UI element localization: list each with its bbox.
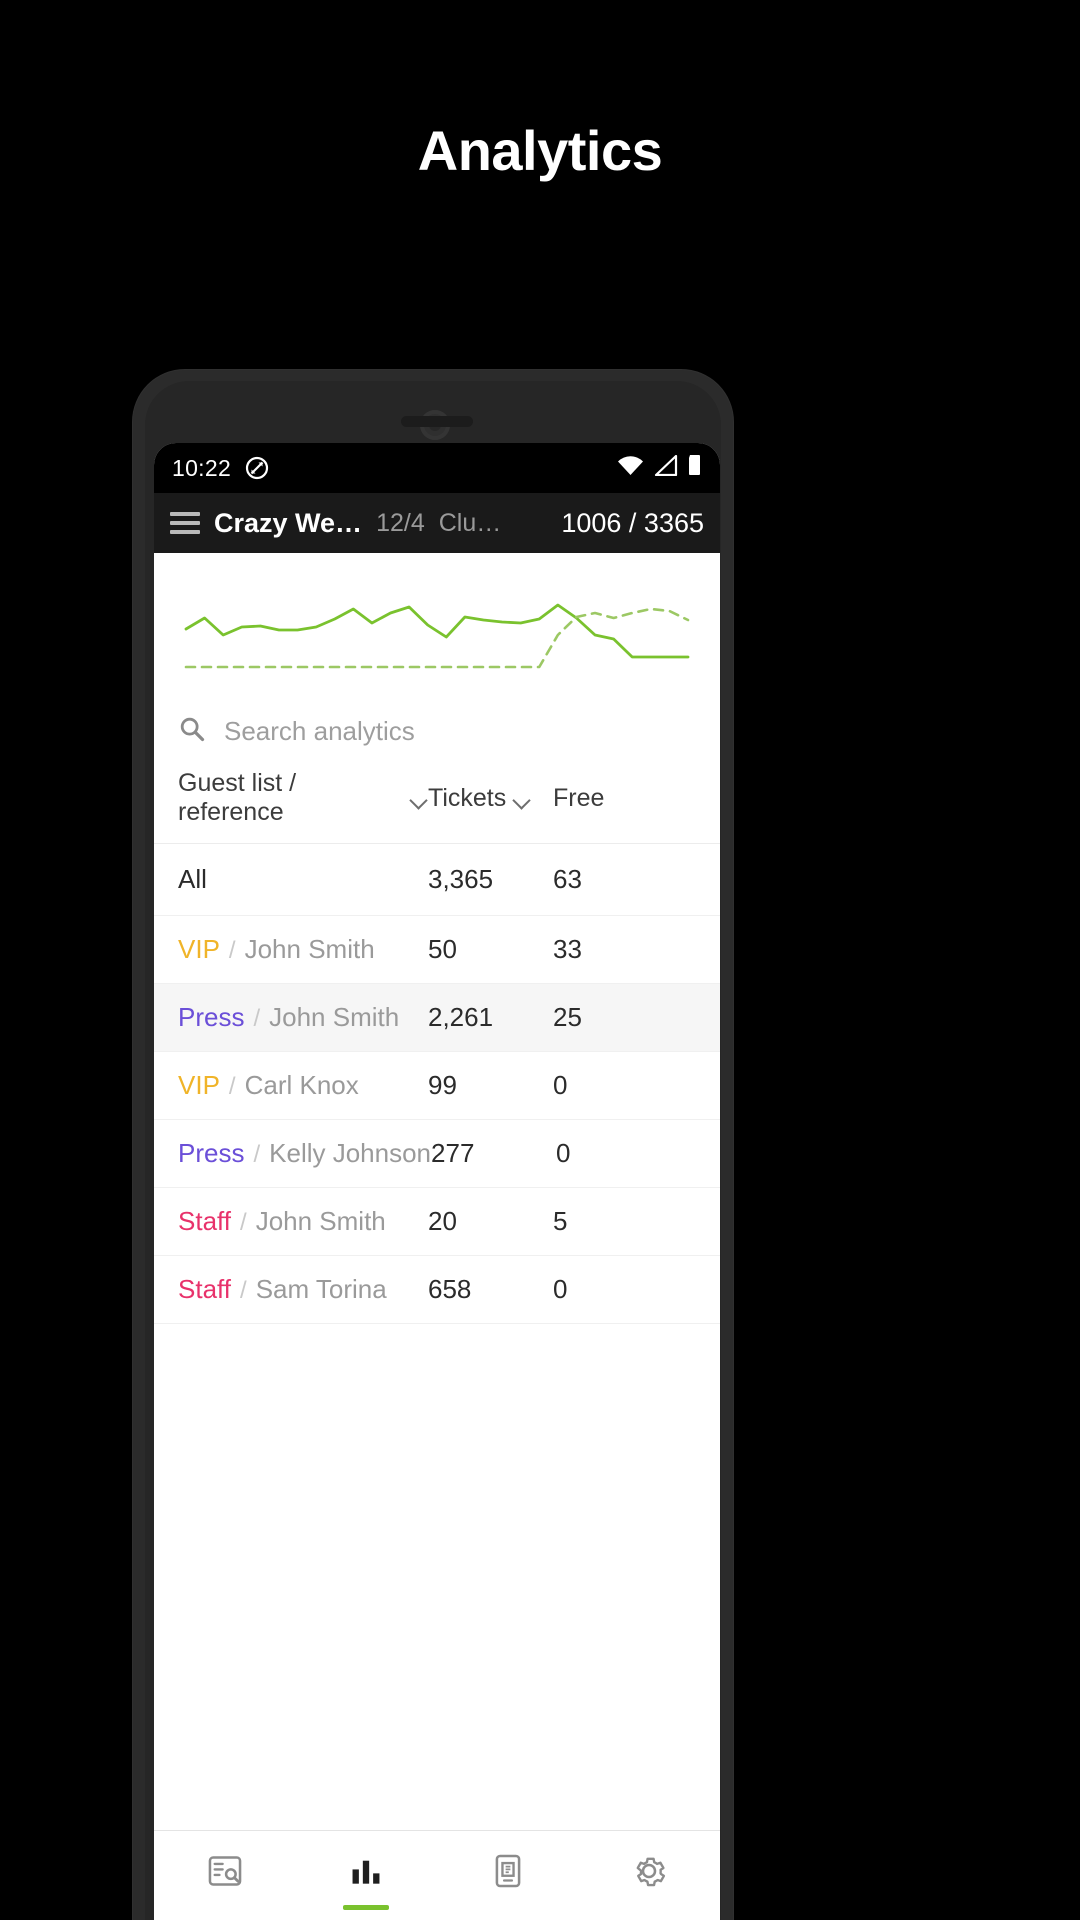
- row-guest-list-cell: Staff / Sam Torina: [178, 1274, 428, 1305]
- appbar-event-date: 12/4: [376, 508, 425, 537]
- app-bar: Crazy We… 12/4 Clu… 1006 / 3365: [154, 493, 720, 553]
- do-not-disturb-icon: [245, 456, 269, 480]
- row-guest-list-cell: Press / Kelly Johnson: [178, 1138, 431, 1169]
- row-guest-list-cell: VIP / John Smith: [178, 934, 428, 965]
- status-bar: 10:22: [154, 443, 720, 493]
- phone-mockup: 10:22 Crazy We… 12/4 Clu… 1006 / 3365 Se…: [133, 370, 733, 1920]
- table-row[interactable]: VIP / John Smith 50 33: [154, 916, 720, 984]
- table-header-row: Guest list / reference Tickets Free: [154, 769, 720, 844]
- row-guest-list-tag: Staff: [178, 1274, 232, 1304]
- bottom-navigation-bar: [154, 1830, 720, 1916]
- row-reference: John Smith: [244, 934, 375, 964]
- row-guest-list-tag: VIP: [178, 1070, 220, 1100]
- row-guest-list-tag: Staff: [178, 1206, 232, 1236]
- row-guest-list-cell: Staff / John Smith: [178, 1206, 428, 1237]
- row-free-cell: 33: [553, 934, 582, 964]
- row-guest-list-cell: Press / John Smith: [178, 1002, 428, 1033]
- nav-item-guest-list[interactable]: [154, 1831, 296, 1916]
- row-free-cell: 5: [553, 1206, 568, 1236]
- row-guest-list-cell: All: [178, 864, 428, 895]
- column-header-free[interactable]: Free: [553, 784, 696, 813]
- row-reference: Sam Torina: [255, 1274, 387, 1304]
- chart-series-0: [184, 603, 690, 659]
- row-reference: Kelly Johnson: [269, 1138, 432, 1168]
- screenshot-root: Analytics 10:22 Crazy We… 12/4 Clu… 1006…: [0, 0, 1080, 1920]
- guest-list-search-icon: [206, 1852, 244, 1895]
- table-row[interactable]: All 3,365 63: [154, 844, 720, 916]
- table-row[interactable]: Press / Kelly Johnson 277 0: [154, 1120, 720, 1188]
- row-reference: John Smith: [255, 1206, 386, 1236]
- table-empty-space: [154, 1324, 720, 1830]
- row-free-cell: 0: [553, 1070, 568, 1100]
- row-separator: /: [253, 1141, 261, 1168]
- search-input[interactable]: Search analytics: [224, 716, 415, 747]
- table-row[interactable]: VIP / Carl Knox 99 0: [154, 1052, 720, 1120]
- column-header-guest-list[interactable]: Guest list / reference: [178, 769, 428, 827]
- battery-icon: [687, 454, 702, 482]
- appbar-event-name[interactable]: Crazy We…: [214, 508, 362, 539]
- table-row[interactable]: Staff / Sam Torina 658 0: [154, 1256, 720, 1324]
- settings-gear-icon: [630, 1852, 668, 1895]
- chevron-down-icon: [514, 794, 531, 803]
- row-separator: /: [240, 1277, 247, 1304]
- row-reference: All: [178, 864, 207, 894]
- row-tickets-cell: 99: [428, 1070, 457, 1100]
- row-guest-list-tag: VIP: [178, 934, 220, 964]
- column-header-free-label: Free: [553, 783, 605, 812]
- row-guest-list-tag: Press: [178, 1002, 245, 1032]
- row-guest-list-tag: Press: [178, 1138, 245, 1168]
- row-separator: /: [228, 937, 236, 964]
- table-row[interactable]: Staff / John Smith 20 5: [154, 1188, 720, 1256]
- ticket-scan-icon: [489, 1852, 527, 1895]
- row-free-cell: 63: [553, 864, 582, 894]
- analytics-table-body: All 3,365 63 VIP / John Smith 50 33 Press / John S…: [154, 844, 720, 1324]
- row-reference: Carl Knox: [244, 1070, 359, 1100]
- row-reference: John Smith: [269, 1002, 400, 1032]
- analytics-bar-chart-icon: [347, 1852, 385, 1895]
- row-tickets-cell: 20: [428, 1206, 457, 1236]
- row-tickets-cell: 277: [431, 1138, 475, 1168]
- appbar-venue: Clu…: [438, 508, 502, 537]
- chevron-down-icon: [411, 794, 428, 803]
- earpiece-speaker: [401, 416, 473, 427]
- search-bar[interactable]: Search analytics: [154, 693, 720, 769]
- row-free-cell: 25: [553, 1002, 582, 1032]
- row-tickets-cell: 658: [428, 1274, 472, 1304]
- home-indicator: [154, 1916, 720, 1920]
- column-header-tickets[interactable]: Tickets: [428, 784, 553, 813]
- row-tickets-cell: 50: [428, 934, 457, 964]
- row-separator: /: [253, 1005, 261, 1032]
- appbar-attendance-counter: 1006 / 3365: [561, 507, 704, 538]
- row-separator: /: [240, 1209, 247, 1236]
- page-title: Analytics: [417, 119, 663, 182]
- chart-canvas: [184, 603, 690, 669]
- hamburger-menu-icon[interactable]: [170, 512, 200, 534]
- nav-item-settings[interactable]: [579, 1831, 721, 1916]
- nav-item-scan[interactable]: [437, 1831, 579, 1916]
- row-tickets-cell: 3,365: [428, 864, 494, 894]
- column-header-guest-list-label: Guest list / reference: [178, 769, 297, 826]
- phone-screen: 10:22 Crazy We… 12/4 Clu… 1006 / 3365 Se…: [154, 443, 720, 1920]
- row-separator: /: [228, 1073, 236, 1100]
- nav-item-analytics[interactable]: [296, 1831, 438, 1916]
- wifi-icon: [617, 455, 644, 482]
- signal-icon: [653, 454, 678, 482]
- table-row[interactable]: Press / John Smith 2,261 25: [154, 984, 720, 1052]
- analytics-line-chart: [154, 553, 720, 693]
- nav-active-indicator: [343, 1905, 390, 1910]
- search-icon: [178, 715, 206, 748]
- row-guest-list-cell: VIP / Carl Knox: [178, 1070, 428, 1101]
- row-free-cell: 0: [553, 1274, 568, 1304]
- row-tickets-cell: 2,261: [428, 1002, 494, 1032]
- status-clock: 10:22: [172, 454, 232, 481]
- column-header-tickets-label: Tickets: [428, 783, 507, 812]
- row-free-cell: 0: [556, 1138, 571, 1168]
